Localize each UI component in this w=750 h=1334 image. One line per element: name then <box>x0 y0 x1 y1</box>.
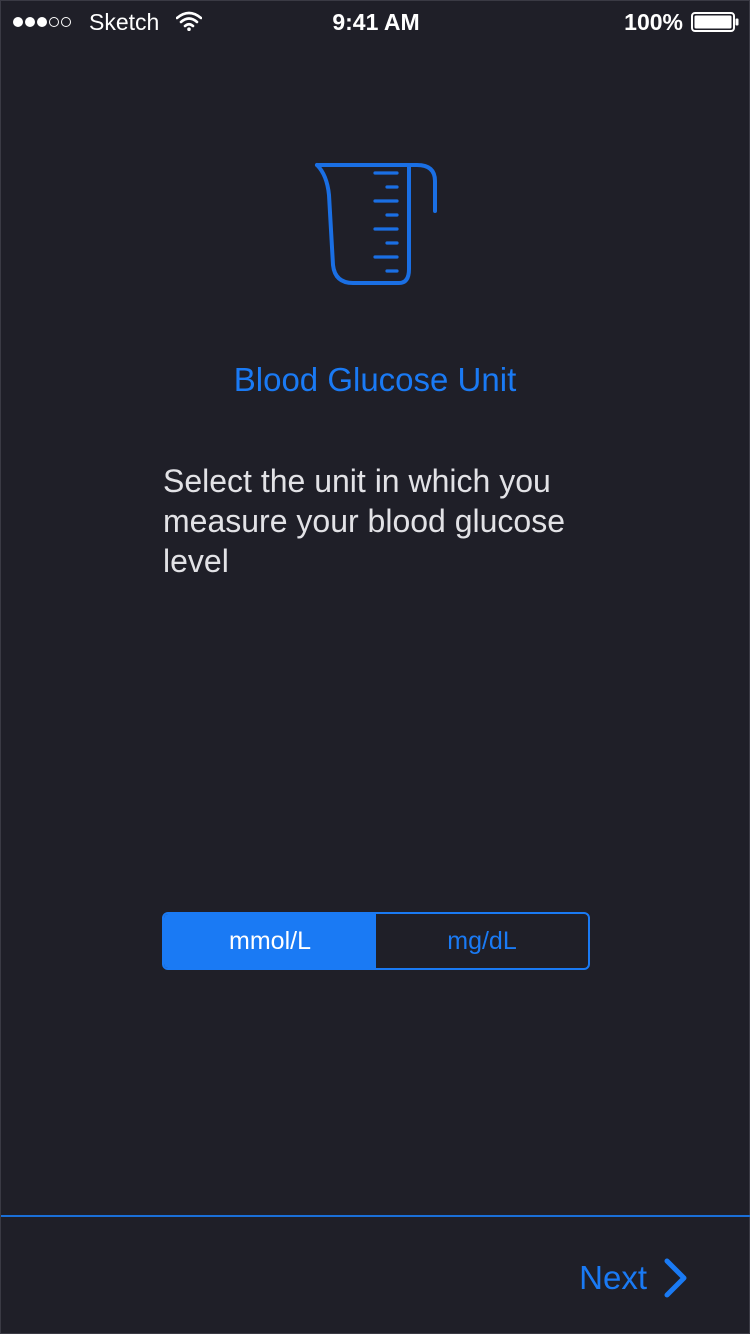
unit-segmented-control: mmol/L mg/dL <box>162 912 590 970</box>
next-button-label: Next <box>579 1259 647 1296</box>
battery-percentage: 100% <box>624 9 683 35</box>
unit-option-mmol[interactable]: mmol/L <box>164 914 376 968</box>
app-screen: Sketch 9:41 AM 100% Blood Glucose Unit S… <box>0 0 750 1334</box>
battery-icon <box>691 12 739 32</box>
chevron-right-icon <box>664 1258 687 1298</box>
status-bar: Sketch 9:41 AM 100% <box>1 1 750 43</box>
footer-divider <box>1 1215 750 1217</box>
measuring-cup-icon <box>315 163 437 285</box>
unit-option-mgdl[interactable]: mg/dL <box>376 914 588 968</box>
next-button[interactable]: Next <box>579 1253 689 1303</box>
instruction-text: Select the unit in which you measure you… <box>163 463 566 579</box>
page-title: Blood Glucose Unit <box>233 361 517 398</box>
